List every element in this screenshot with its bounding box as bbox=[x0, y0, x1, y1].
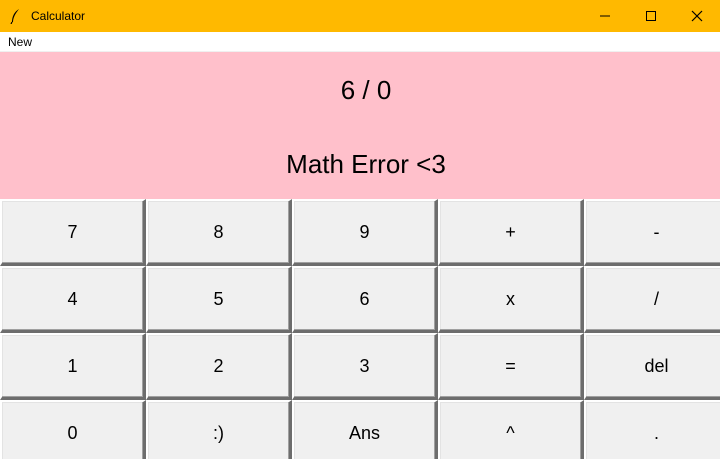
key-plus[interactable]: + bbox=[438, 199, 584, 266]
maximize-button[interactable] bbox=[628, 0, 674, 32]
key-6[interactable]: 6 bbox=[292, 266, 438, 333]
expression-text: 6 / 0 bbox=[340, 75, 392, 105]
key-decimal[interactable]: . bbox=[584, 400, 720, 459]
keypad: 7 8 9 + - 4 5 6 x / 1 2 3 = del 0 :) Ans… bbox=[0, 199, 720, 459]
maximize-icon bbox=[646, 11, 656, 21]
key-1[interactable]: 1 bbox=[0, 333, 146, 400]
close-icon bbox=[691, 10, 703, 22]
calculator-display: 6 / 0 Math Error <3 bbox=[0, 52, 720, 199]
key-delete[interactable]: del bbox=[584, 333, 720, 400]
result-text: Math Error <3 bbox=[286, 149, 446, 179]
key-multiply[interactable]: x bbox=[438, 266, 584, 333]
key-7[interactable]: 7 bbox=[0, 199, 146, 266]
minimize-button[interactable] bbox=[582, 0, 628, 32]
key-2[interactable]: 2 bbox=[146, 333, 292, 400]
key-5[interactable]: 5 bbox=[146, 266, 292, 333]
title-bar[interactable]: Calculator bbox=[0, 0, 720, 32]
menu-item-new[interactable]: New bbox=[8, 35, 32, 49]
key-3[interactable]: 3 bbox=[292, 333, 438, 400]
key-0[interactable]: 0 bbox=[0, 400, 146, 459]
key-4[interactable]: 4 bbox=[0, 266, 146, 333]
minimize-icon bbox=[600, 15, 610, 17]
calculator-window: Calculator New 6 / 0 Math Error <3 7 8 9 bbox=[0, 0, 720, 459]
key-8[interactable]: 8 bbox=[146, 199, 292, 266]
close-button[interactable] bbox=[674, 0, 720, 32]
key-divide[interactable]: / bbox=[584, 266, 720, 333]
feather-icon bbox=[10, 9, 19, 24]
key-equals[interactable]: = bbox=[438, 333, 584, 400]
key-power[interactable]: ^ bbox=[438, 400, 584, 459]
key-minus[interactable]: - bbox=[584, 199, 720, 266]
window-title: Calculator bbox=[31, 9, 86, 23]
key-9[interactable]: 9 bbox=[292, 199, 438, 266]
key-ans[interactable]: Ans bbox=[292, 400, 438, 459]
menu-bar: New bbox=[0, 32, 720, 52]
key-smiley[interactable]: :) bbox=[146, 400, 292, 459]
